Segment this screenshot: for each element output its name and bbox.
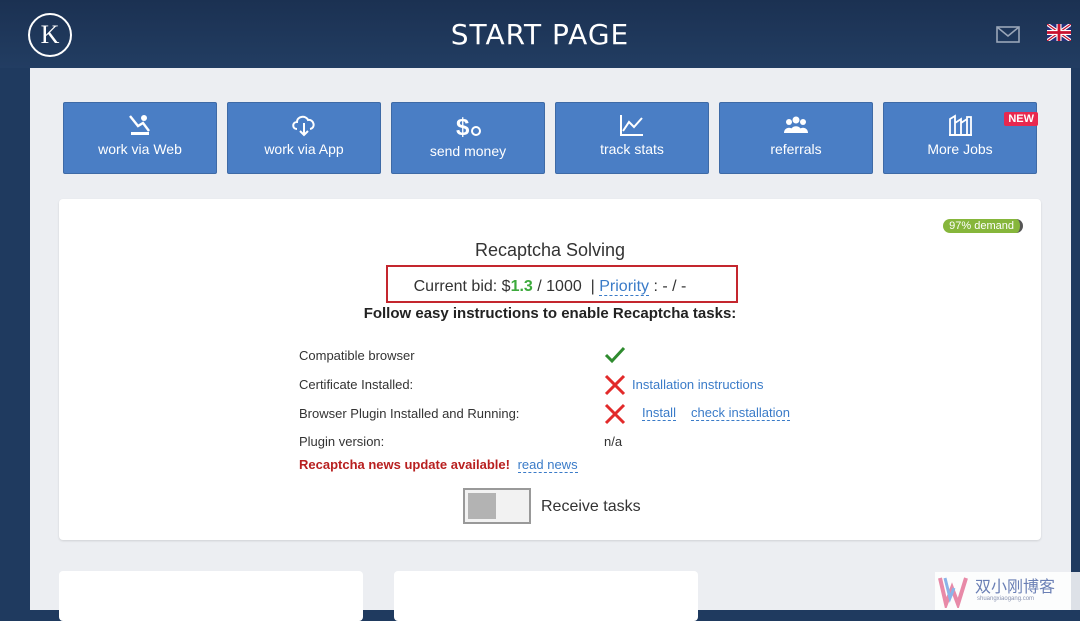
bid-line: Current bid: $1.3 / 1000 | Priority : - … (59, 278, 1041, 296)
top-bar: K START PAGE (0, 0, 1080, 68)
watermark-logo-icon (938, 577, 968, 608)
priority-value: : - / - (649, 278, 687, 295)
watermark: 双小刚博客 shuangxiaogang.com (935, 572, 1080, 610)
installation-instructions-link[interactable]: Installation instructions (632, 377, 764, 392)
install-link[interactable]: Install (642, 405, 676, 421)
tile-label: More Jobs (927, 141, 993, 157)
tile-label: work via App (264, 141, 344, 157)
job-title: Recaptcha Solving (474, 240, 626, 260)
tile-label: track stats (600, 141, 664, 157)
check-label: Browser Plugin Installed and Running: (299, 406, 520, 421)
receive-tasks-toggle[interactable] (463, 488, 531, 524)
watermark-text: 双小刚博客 (975, 579, 1056, 596)
factory-icon (949, 114, 972, 136)
main-content: work via Web work via App $ send money t… (30, 68, 1071, 621)
tile-more-jobs[interactable]: More Jobs NEW (883, 102, 1038, 174)
watermark-sub: shuangxiaogang.com (977, 596, 1035, 602)
cross-icon (604, 374, 626, 396)
bid-prefix: Current bid: $ (413, 278, 511, 295)
dollar-icon: $ (456, 114, 481, 139)
web-worker-icon (129, 115, 150, 135)
mail-icon[interactable] (996, 26, 1020, 43)
news-text: Recaptcha news update available! (299, 457, 510, 472)
news-row: Recaptcha news update available! read ne… (299, 457, 578, 473)
check-installation-link[interactable]: check installation (691, 405, 790, 421)
bid-suffix: / 1000 | (532, 278, 595, 295)
cross-icon (604, 403, 626, 425)
svg-text:$: $ (456, 114, 470, 139)
tile-label: work via Web (98, 141, 182, 157)
bottom-card-middle (394, 571, 698, 621)
tile-work-via-web[interactable]: work via Web (63, 102, 217, 174)
priority-link[interactable]: Priority (599, 278, 650, 296)
stats-chart-icon (620, 115, 643, 136)
demand-badge: 97% demand (943, 219, 1023, 233)
check-label: Plugin version: (299, 434, 385, 449)
cloud-download-icon (292, 115, 315, 137)
tile-label: send money (429, 143, 507, 159)
uk-flag-icon[interactable] (1047, 24, 1071, 41)
people-icon (784, 116, 808, 133)
toggle-knob (468, 493, 496, 519)
bid-amount: 1.3 (510, 278, 533, 295)
tile-send-money[interactable]: $ send money (391, 102, 545, 174)
check-label: Certificate Installed: (299, 377, 414, 392)
check-label: Compatible browser (299, 348, 415, 363)
plugin-version-value: n/a (604, 434, 623, 449)
tile-track-stats[interactable]: track stats (555, 102, 709, 174)
page-title: START PAGE (450, 18, 630, 51)
bottom-card-left (59, 571, 363, 621)
tile-work-via-app[interactable]: work via App (227, 102, 381, 174)
job-card: 97% demand Recaptcha Solving Current bid… (59, 199, 1041, 540)
toggle-label: Receive tasks (541, 498, 641, 515)
check-icon (604, 346, 626, 364)
new-badge: NEW (1004, 112, 1038, 126)
tile-label: referrals (770, 141, 822, 157)
tile-referrals[interactable]: referrals (719, 102, 873, 174)
instructions-heading: Follow easy instructions to enable Recap… (363, 305, 737, 322)
read-news-link[interactable]: read news (517, 457, 578, 473)
